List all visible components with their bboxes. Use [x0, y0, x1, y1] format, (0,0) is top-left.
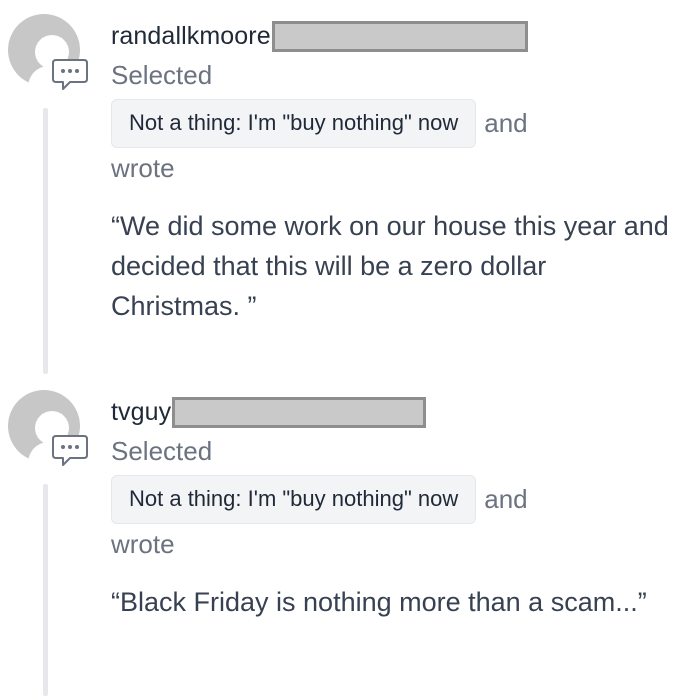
thread-line	[43, 108, 48, 374]
comment-feed: randallkmoore Selected Not a thing: I'm …	[0, 0, 696, 696]
status-text: Selected	[111, 60, 213, 90]
redaction-box	[271, 20, 528, 52]
feed-entry: randallkmoore Selected Not a thing: I'm …	[0, 0, 696, 376]
tag-chip[interactable]: Not a thing: I'm "buy nothing" now	[111, 99, 477, 148]
username-link[interactable]: tvguy	[111, 398, 171, 427]
status-text: Selected	[111, 436, 213, 466]
username-link[interactable]: randallkmoore	[111, 22, 271, 51]
comment-bubble-icon	[52, 435, 88, 466]
tag-chip[interactable]: Not a thing: I'm "buy nothing" now	[111, 475, 477, 524]
quote-text: “Black Friday is nothing more than a sca…	[111, 587, 647, 617]
tag-row: Not a thing: I'm "buy nothing" now and	[111, 99, 528, 148]
conjunction-text: and	[484, 484, 528, 514]
feed-entry: tvguy Selected Not a thing: I'm "buy not…	[0, 376, 696, 696]
conjunction-text: and	[484, 108, 528, 138]
thread-line	[43, 484, 48, 696]
user-row: randallkmoore	[111, 16, 528, 56]
tag-row: Not a thing: I'm "buy nothing" now and	[111, 475, 528, 524]
verb-text: wrote	[111, 529, 175, 559]
verb-text: wrote	[111, 153, 175, 183]
quote-text: “We did some work on our house this year…	[111, 211, 669, 321]
user-row: tvguy	[111, 392, 427, 432]
comment-bubble-icon	[52, 59, 88, 90]
redaction-box	[172, 396, 427, 428]
